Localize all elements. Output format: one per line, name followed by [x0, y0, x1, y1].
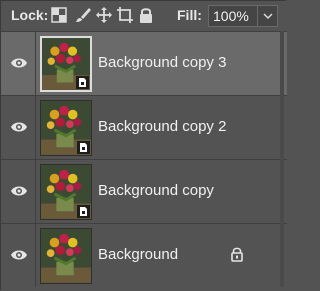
layer-row[interactable]: Background copy 3: [1, 31, 287, 95]
lock-label: Lock:: [11, 7, 49, 23]
lock-icon: [230, 246, 244, 262]
visibility-toggle[interactable]: [1, 32, 36, 95]
eye-icon: [11, 250, 27, 260]
layer-name[interactable]: Background copy 3: [98, 54, 226, 71]
smart-object-icon: [76, 76, 89, 89]
layer-name[interactable]: Background copy: [98, 182, 214, 199]
lock-position-icon[interactable]: [95, 6, 113, 24]
layer-thumbnail[interactable]: [40, 36, 92, 92]
prevent-auto-nesting-icon[interactable]: [116, 6, 134, 24]
visibility-toggle[interactable]: [1, 96, 36, 159]
layer-name[interactable]: Background: [98, 246, 178, 263]
smart-object-icon: [77, 141, 90, 154]
visibility-toggle[interactable]: [1, 160, 36, 223]
layers-list: Background copy 3 Background copy 2 Back…: [1, 31, 287, 291]
layer-thumbnail[interactable]: [40, 164, 92, 220]
layers-panel: Lock: Fill: 100% Background copy 3 Backg…: [0, 0, 287, 291]
layer-thumbnail[interactable]: [40, 228, 92, 284]
layer-row[interactable]: Background: [1, 223, 287, 287]
fill-label: Fill:: [177, 7, 202, 23]
eye-icon: [11, 122, 27, 132]
eye-icon: [11, 58, 27, 68]
eye-icon: [11, 186, 27, 196]
lock-image-pixels-icon[interactable]: [74, 6, 92, 24]
visibility-toggle[interactable]: [1, 224, 36, 287]
layer-name[interactable]: Background copy 2: [98, 118, 226, 135]
smart-object-icon: [77, 205, 90, 218]
layer-row[interactable]: Background copy 2: [1, 95, 287, 159]
scrollbar[interactable]: [280, 31, 284, 289]
chevron-down-icon[interactable]: [257, 6, 277, 26]
panel-bottom: [1, 287, 287, 291]
fill-input[interactable]: 100%: [208, 5, 278, 27]
layers-options-bar: Lock: Fill: 100%: [1, 1, 287, 31]
layer-row[interactable]: Background copy: [1, 159, 287, 223]
fill-value[interactable]: 100%: [213, 8, 249, 24]
lock-transparent-pixels-icon[interactable]: [50, 6, 68, 24]
layer-thumbnail[interactable]: [40, 100, 92, 156]
lock-all-icon[interactable]: [137, 6, 155, 24]
